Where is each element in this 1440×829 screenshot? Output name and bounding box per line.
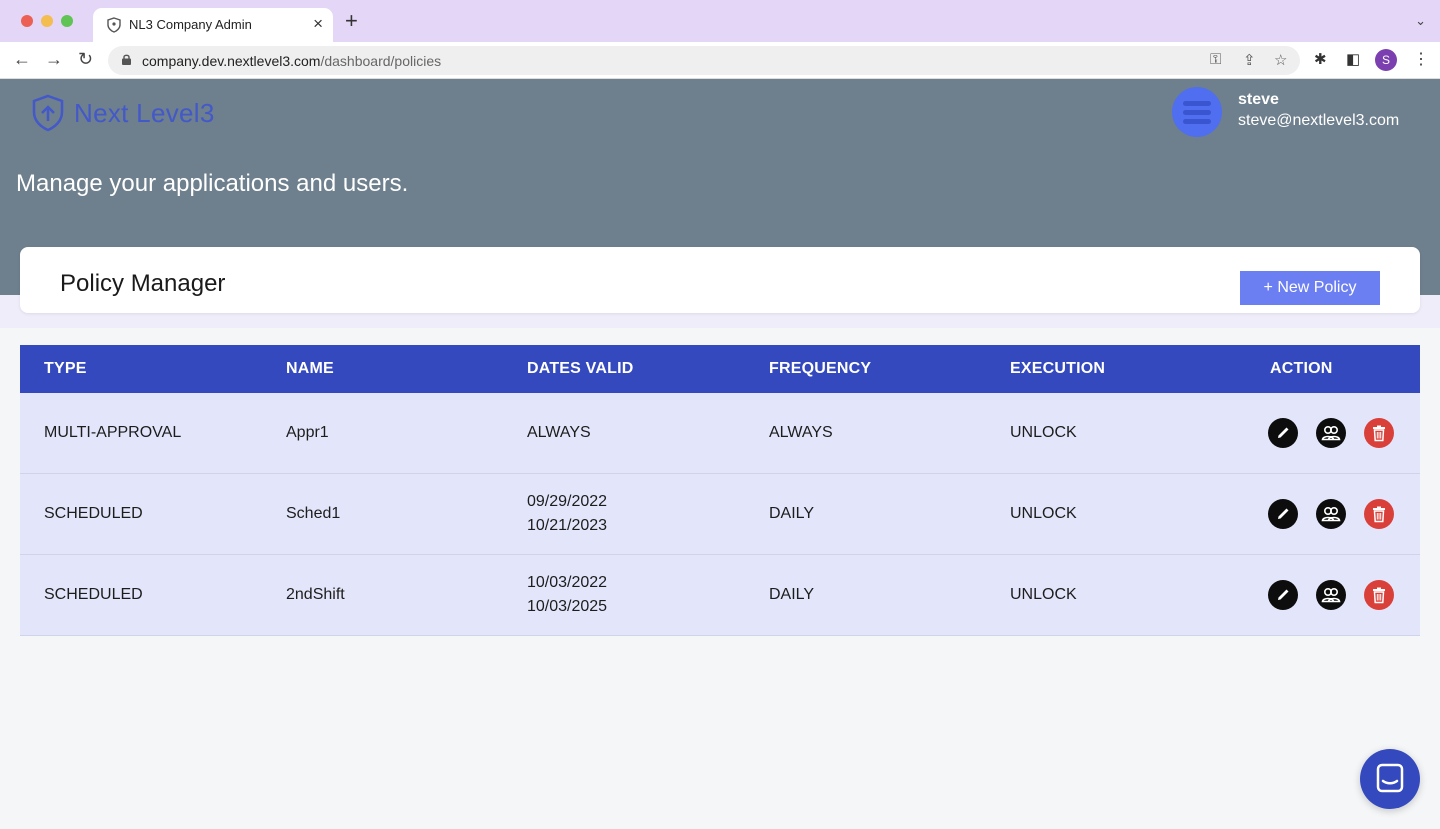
extensions-icon[interactable]: ✱	[1314, 50, 1327, 68]
user-menu-icon[interactable]	[1172, 87, 1222, 137]
new-tab-button[interactable]: +	[345, 10, 358, 32]
logo-text: Next Level3	[74, 97, 215, 128]
window-minimize-button[interactable]	[41, 15, 53, 27]
reload-icon[interactable]: ↻	[78, 49, 93, 69]
cell-name: Sched1	[286, 505, 341, 522]
column-header-name: NAME	[286, 360, 334, 377]
cell-type: SCHEDULED	[44, 505, 143, 522]
cell-date-start: 10/03/2022	[527, 574, 608, 591]
cell-execution: UNLOCK	[1010, 505, 1077, 522]
edit-button[interactable]	[1268, 499, 1298, 529]
table-row: SCHEDULED Sched1 09/29/2022 10/21/2023 D…	[20, 474, 1420, 555]
cell-type: MULTI-APPROVAL	[44, 424, 182, 441]
profile-avatar[interactable]: S	[1375, 49, 1397, 71]
url-path: /dashboard/policies	[320, 53, 442, 69]
delete-button[interactable]	[1364, 418, 1394, 448]
window-maximize-button[interactable]	[61, 15, 73, 27]
side-panel-icon[interactable]: ◧	[1346, 50, 1360, 68]
browser-tab[interactable]: NL3 Company Admin ×	[93, 8, 333, 42]
forward-icon[interactable]: →	[45, 49, 63, 69]
users-icon	[1321, 507, 1341, 522]
new-policy-button[interactable]: + New Policy	[1240, 271, 1380, 305]
tab-search-icon[interactable]: ⌄	[1415, 13, 1426, 29]
trash-icon	[1373, 425, 1385, 442]
edit-button[interactable]	[1268, 418, 1298, 448]
url-domain: company.dev.nextlevel3.com	[142, 53, 321, 69]
chat-icon	[1376, 763, 1404, 793]
cell-type: SCHEDULED	[44, 586, 143, 603]
users-button[interactable]	[1316, 580, 1346, 610]
url-text: company.dev.nextlevel3.com/dashboard/pol…	[142, 53, 441, 69]
column-header-execution: EXECUTION	[1010, 360, 1106, 377]
delete-button[interactable]	[1364, 499, 1394, 529]
cell-execution: UNLOCK	[1010, 586, 1077, 603]
address-bar[interactable]: company.dev.nextlevel3.com/dashboard/pol…	[108, 46, 1300, 75]
policy-manager-card: Policy Manager + New Policy	[20, 247, 1420, 313]
table-row: SCHEDULED 2ndShift 10/03/2022 10/03/2025…	[20, 555, 1420, 636]
share-icon[interactable]: ⇪	[1243, 51, 1256, 69]
tab-title: NL3 Company Admin	[129, 17, 252, 32]
logo[interactable]: Next Level3	[28, 93, 215, 133]
back-icon[interactable]: ←	[13, 49, 31, 69]
cell-date-start: 09/29/2022	[527, 493, 608, 510]
logo-shield-icon	[32, 94, 64, 132]
trash-icon	[1373, 587, 1385, 604]
bookmark-star-icon[interactable]: ☆	[1274, 51, 1287, 69]
page-tagline: Manage your applications and users.	[16, 170, 409, 197]
browser-menu-icon[interactable]: ⋮	[1413, 49, 1429, 69]
window-close-button[interactable]	[21, 15, 33, 27]
lock-icon	[122, 54, 131, 65]
user-email: steve@nextlevel3.com	[1238, 112, 1400, 129]
cell-name: Appr1	[286, 424, 329, 441]
cell-date-end: 10/21/2023	[527, 517, 608, 534]
cell-frequency: ALWAYS	[769, 424, 833, 441]
trash-icon	[1373, 506, 1385, 523]
edit-icon	[1278, 508, 1289, 519]
shield-icon	[107, 17, 121, 33]
cell-frequency: DAILY	[769, 586, 815, 603]
users-icon	[1321, 588, 1341, 603]
cell-dates-valid: ALWAYS	[527, 424, 591, 441]
cell-execution: UNLOCK	[1010, 424, 1077, 441]
users-button[interactable]	[1316, 499, 1346, 529]
delete-button[interactable]	[1364, 580, 1394, 610]
table-header: TYPE NAME DATES VALID FREQUENCY EXECUTIO…	[20, 345, 1420, 393]
column-header-action: ACTION	[1270, 360, 1333, 377]
user-name: steve	[1238, 91, 1279, 108]
table-row: MULTI-APPROVAL Appr1 ALWAYS ALWAYS UNLOC…	[20, 393, 1420, 474]
users-button[interactable]	[1316, 418, 1346, 448]
column-header-type: TYPE	[44, 360, 87, 377]
edit-icon	[1278, 589, 1289, 600]
cell-date-end: 10/03/2025	[527, 598, 608, 615]
policy-table: TYPE NAME DATES VALID FREQUENCY EXECUTIO…	[20, 345, 1420, 636]
chat-launcher-button[interactable]	[1360, 749, 1420, 809]
edit-button[interactable]	[1268, 580, 1298, 610]
tab-close-icon[interactable]: ×	[313, 14, 323, 34]
page-title: Policy Manager	[60, 270, 226, 297]
users-icon	[1321, 426, 1341, 441]
browser-tab-bar: NL3 Company Admin × + ⌄	[0, 0, 1440, 42]
browser-toolbar: ← → ↻ company.dev.nextlevel3.com/dashboa…	[0, 42, 1440, 79]
key-icon[interactable]: ⚿	[1210, 51, 1221, 68]
column-header-frequency: FREQUENCY	[769, 360, 872, 377]
cell-frequency: DAILY	[769, 505, 815, 522]
column-header-dates-valid: DATES VALID	[527, 360, 634, 377]
cell-name: 2ndShift	[286, 586, 345, 603]
edit-icon	[1278, 427, 1289, 438]
